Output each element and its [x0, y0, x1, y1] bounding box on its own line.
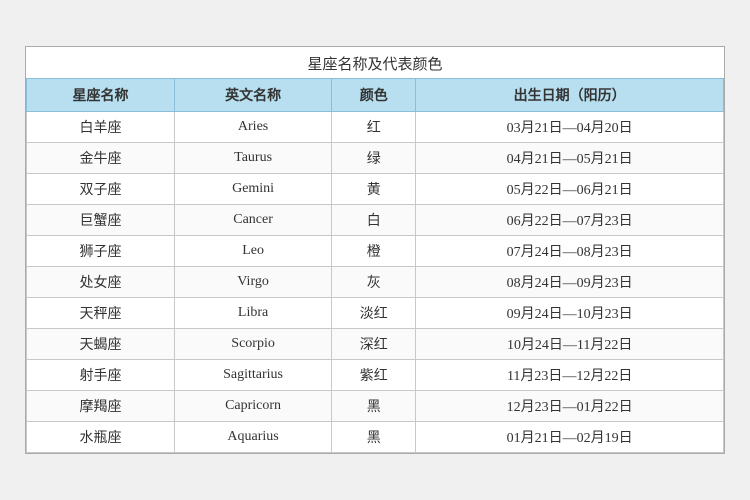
table-row: 水瓶座Aquarius黑01月21日—02月19日 — [27, 422, 724, 453]
cell-zh: 金牛座 — [27, 143, 175, 174]
table-row: 金牛座Taurus绿04月21日—05月21日 — [27, 143, 724, 174]
main-container: 星座名称及代表颜色 星座名称 英文名称 颜色 出生日期（阳历） 白羊座Aries… — [25, 46, 725, 454]
cell-date: 11月23日—12月22日 — [416, 360, 724, 391]
cell-color: 绿 — [332, 143, 416, 174]
header-en: 英文名称 — [175, 79, 332, 112]
cell-date: 09月24日—10月23日 — [416, 298, 724, 329]
cell-color: 黄 — [332, 174, 416, 205]
cell-date: 03月21日—04月20日 — [416, 112, 724, 143]
cell-zh: 天秤座 — [27, 298, 175, 329]
table-row: 双子座Gemini黄05月22日—06月21日 — [27, 174, 724, 205]
cell-date: 04月21日—05月21日 — [416, 143, 724, 174]
cell-en: Scorpio — [175, 329, 332, 360]
cell-color: 深红 — [332, 329, 416, 360]
cell-color: 白 — [332, 205, 416, 236]
cell-color: 灰 — [332, 267, 416, 298]
table-row: 摩羯座Capricorn黑12月23日—01月22日 — [27, 391, 724, 422]
cell-zh: 巨蟹座 — [27, 205, 175, 236]
cell-zh: 处女座 — [27, 267, 175, 298]
cell-zh: 摩羯座 — [27, 391, 175, 422]
cell-date: 12月23日—01月22日 — [416, 391, 724, 422]
cell-en: Libra — [175, 298, 332, 329]
cell-color: 淡红 — [332, 298, 416, 329]
page-title: 星座名称及代表颜色 — [26, 47, 724, 78]
zodiac-table: 星座名称 英文名称 颜色 出生日期（阳历） 白羊座Aries红03月21日—04… — [26, 78, 724, 453]
cell-zh: 天蝎座 — [27, 329, 175, 360]
cell-color: 红 — [332, 112, 416, 143]
cell-date: 05月22日—06月21日 — [416, 174, 724, 205]
table-header-row: 星座名称 英文名称 颜色 出生日期（阳历） — [27, 79, 724, 112]
header-date: 出生日期（阳历） — [416, 79, 724, 112]
cell-date: 06月22日—07月23日 — [416, 205, 724, 236]
cell-en: Cancer — [175, 205, 332, 236]
cell-color: 紫红 — [332, 360, 416, 391]
cell-date: 10月24日—11月22日 — [416, 329, 724, 360]
table-row: 处女座Virgo灰08月24日—09月23日 — [27, 267, 724, 298]
header-color: 颜色 — [332, 79, 416, 112]
cell-zh: 狮子座 — [27, 236, 175, 267]
table-row: 狮子座Leo橙07月24日—08月23日 — [27, 236, 724, 267]
cell-date: 07月24日—08月23日 — [416, 236, 724, 267]
table-row: 天蝎座Scorpio深红10月24日—11月22日 — [27, 329, 724, 360]
cell-en: Aquarius — [175, 422, 332, 453]
cell-zh: 射手座 — [27, 360, 175, 391]
cell-color: 黑 — [332, 391, 416, 422]
cell-zh: 白羊座 — [27, 112, 175, 143]
cell-en: Virgo — [175, 267, 332, 298]
cell-en: Sagittarius — [175, 360, 332, 391]
header-zh: 星座名称 — [27, 79, 175, 112]
cell-date: 01月21日—02月19日 — [416, 422, 724, 453]
cell-date: 08月24日—09月23日 — [416, 267, 724, 298]
table-row: 天秤座Libra淡红09月24日—10月23日 — [27, 298, 724, 329]
table-row: 白羊座Aries红03月21日—04月20日 — [27, 112, 724, 143]
cell-en: Capricorn — [175, 391, 332, 422]
cell-en: Gemini — [175, 174, 332, 205]
cell-color: 黑 — [332, 422, 416, 453]
cell-zh: 双子座 — [27, 174, 175, 205]
cell-color: 橙 — [332, 236, 416, 267]
cell-zh: 水瓶座 — [27, 422, 175, 453]
table-row: 射手座Sagittarius紫红11月23日—12月22日 — [27, 360, 724, 391]
cell-en: Taurus — [175, 143, 332, 174]
cell-en: Aries — [175, 112, 332, 143]
table-row: 巨蟹座Cancer白06月22日—07月23日 — [27, 205, 724, 236]
cell-en: Leo — [175, 236, 332, 267]
